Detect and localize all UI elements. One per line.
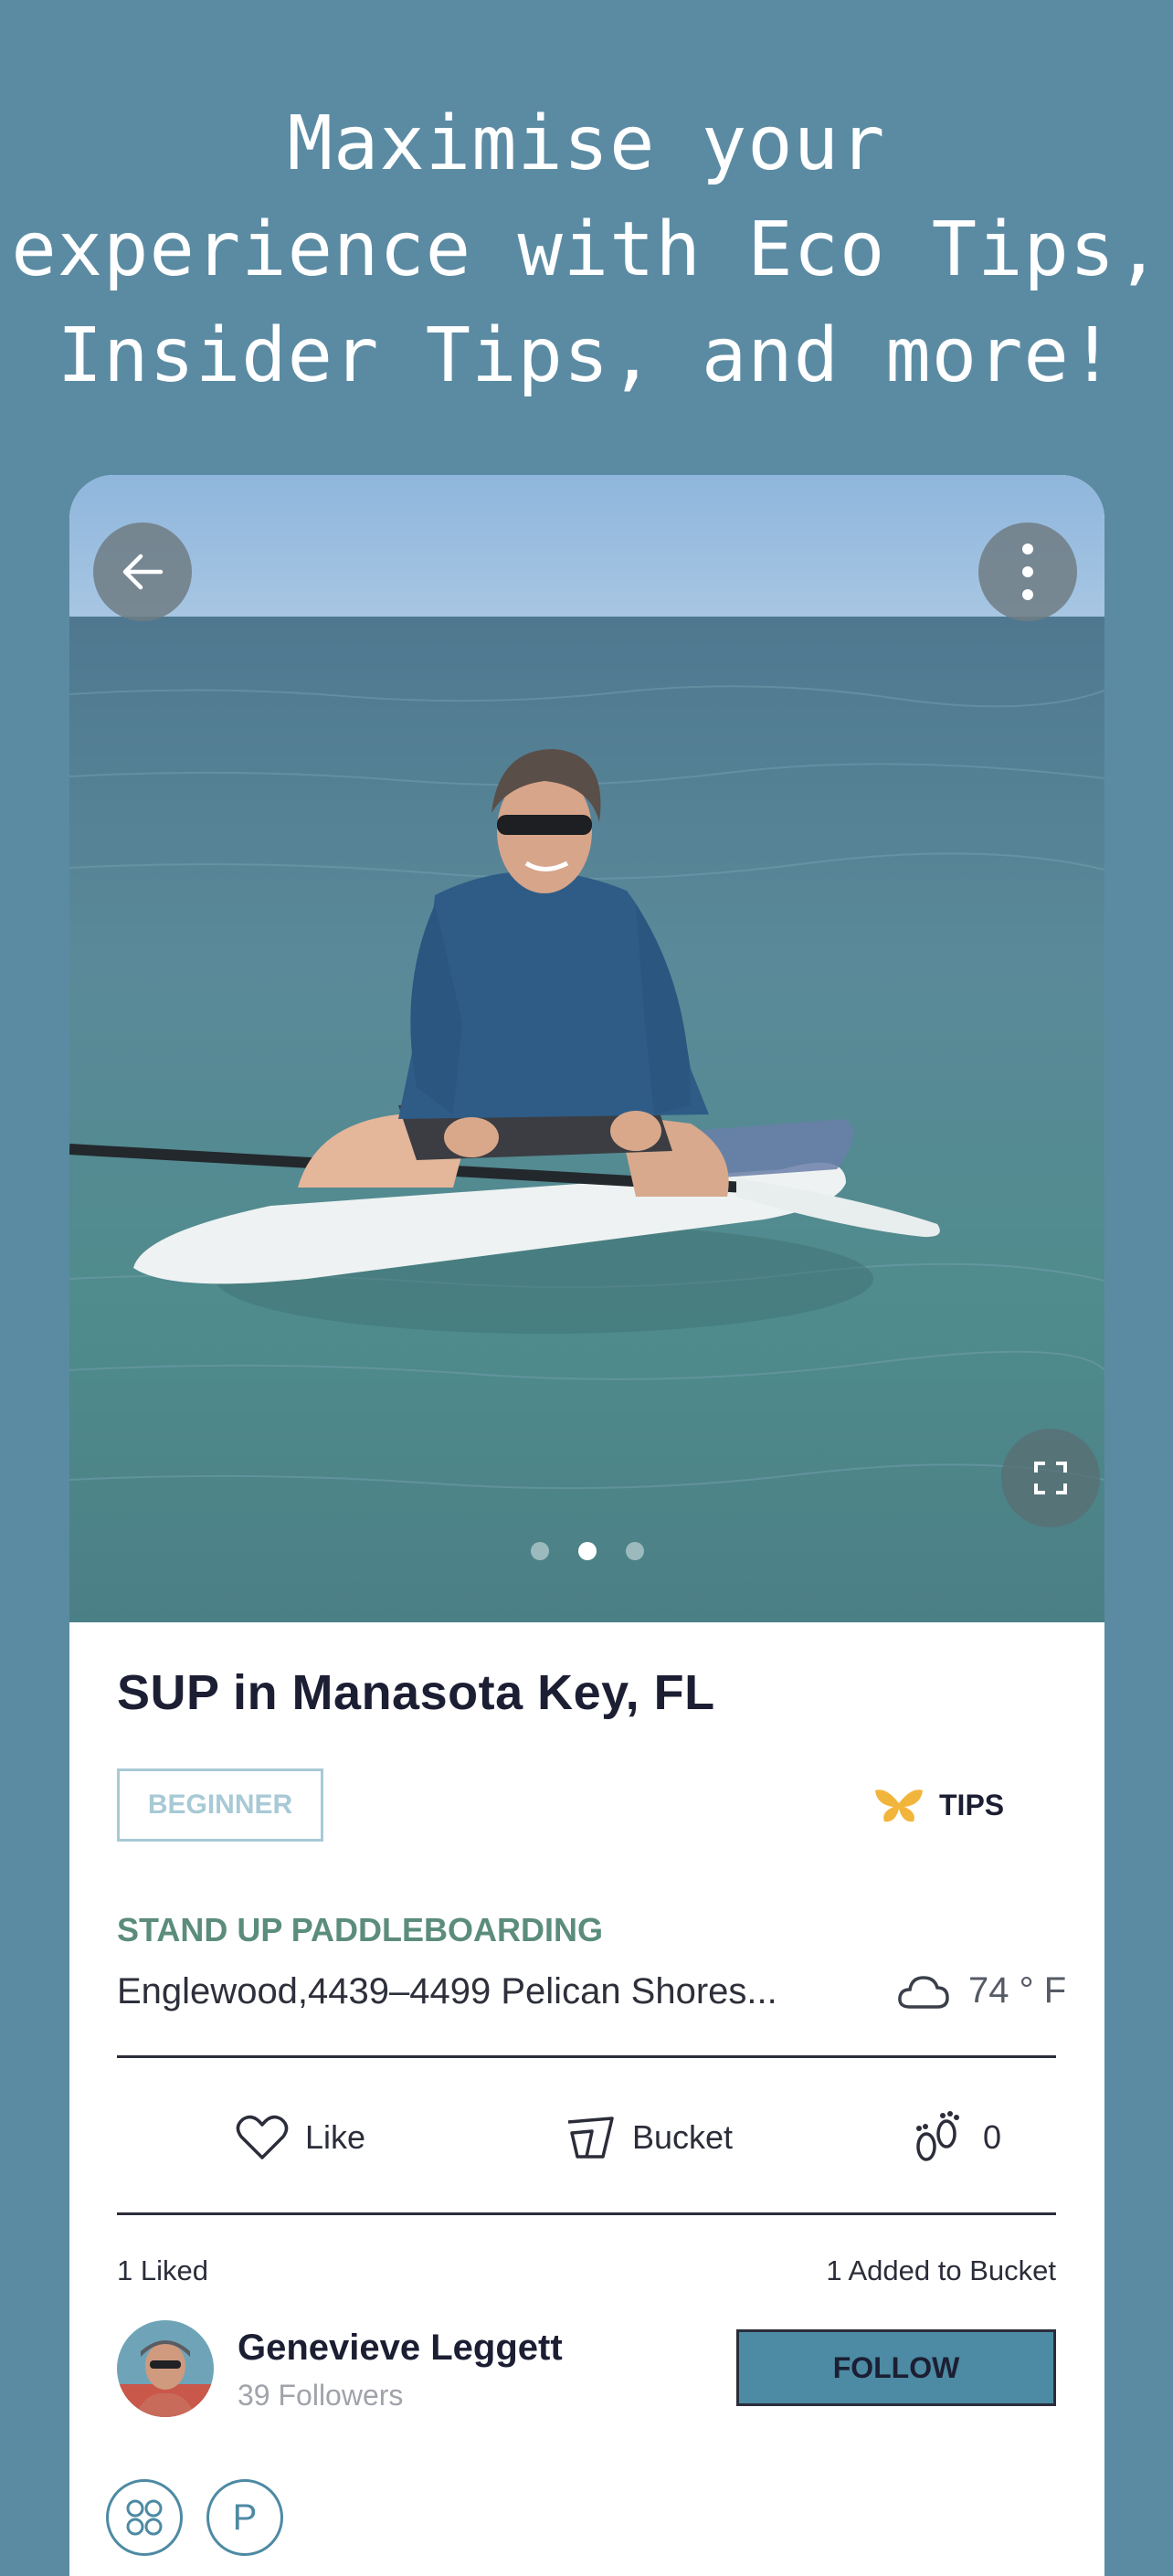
headline-line-3: Insider Tips, and more! <box>57 312 1116 399</box>
page-dot-active[interactable] <box>577 1542 597 1560</box>
promo-headline: Maximise your experience with Eco Tips, … <box>0 91 1173 409</box>
cloud-icon <box>898 1976 949 2009</box>
bucket-label: Bucket <box>632 2118 734 2156</box>
page-dot[interactable] <box>625 1542 644 1560</box>
parking-amenity[interactable]: P <box>206 2479 283 2556</box>
author-followers: 39 Followers <box>238 2379 404 2412</box>
liked-count: 1 Liked <box>117 2254 208 2286</box>
more-vertical-icon <box>1022 544 1033 600</box>
activity-card: SUP in Manasota Key, FL BEGINNER TIPS ST… <box>69 475 1104 2576</box>
footprints-count: 0 <box>983 2118 1002 2156</box>
avatar-image <box>117 2320 214 2417</box>
weather-info: 74 ° F <box>897 1964 1066 2017</box>
activity-category: STAND UP PADDLEBOARDING <box>117 1911 604 1948</box>
heart-icon <box>236 2115 289 2159</box>
like-label: Like <box>305 2118 366 2156</box>
activity-address[interactable]: Englewood,4439–4499 Pelican Shores... <box>117 1971 903 2012</box>
author-name[interactable]: Genevieve Leggett <box>238 2328 563 2369</box>
headline-line-2: experience with Eco Tips, <box>11 206 1162 293</box>
bucket-icon <box>567 2117 614 2159</box>
stats-row: 1 Liked 1 Added to Bucket <box>117 2254 1056 2287</box>
bucket-count: 1 Added to Bucket <box>826 2254 1056 2286</box>
parking-icon: P <box>232 2497 258 2538</box>
paddleboard-photo <box>69 475 1104 1622</box>
fullscreen-button[interactable] <box>1001 1429 1100 1527</box>
activity-title: SUP in Manasota Key, FL <box>117 1665 715 1720</box>
back-button[interactable] <box>93 523 192 621</box>
headline-line-1: Maximise your <box>287 100 886 187</box>
footprints-button[interactable]: 0 <box>910 2092 1001 2183</box>
activity-photo[interactable] <box>69 475 1104 1622</box>
gallery-pagination <box>69 1542 1104 1560</box>
group-icon <box>126 2499 163 2536</box>
tips-button[interactable]: TIPS <box>873 1781 1004 1829</box>
divider-top <box>117 2055 1056 2058</box>
follow-button[interactable]: FOLLOW <box>736 2329 1056 2406</box>
divider-bottom <box>117 2212 1056 2215</box>
action-bar: Like Bucket 0 <box>117 2092 1056 2183</box>
level-badge: BEGINNER <box>117 1768 323 1842</box>
group-amenity[interactable] <box>106 2479 183 2556</box>
author-avatar[interactable] <box>117 2320 214 2417</box>
bucket-button[interactable]: Bucket <box>565 2092 733 2183</box>
temperature: 74 ° F <box>968 1969 1067 2011</box>
arrow-left-icon <box>122 554 164 590</box>
page-dot[interactable] <box>530 1542 549 1560</box>
more-options-button[interactable] <box>978 523 1077 621</box>
tips-label: TIPS <box>939 1788 1005 1821</box>
footprints-icon <box>916 2111 959 2161</box>
butterfly-icon <box>875 1789 923 1822</box>
fullscreen-icon <box>1034 1462 1067 1494</box>
like-button[interactable]: Like <box>236 2092 365 2183</box>
